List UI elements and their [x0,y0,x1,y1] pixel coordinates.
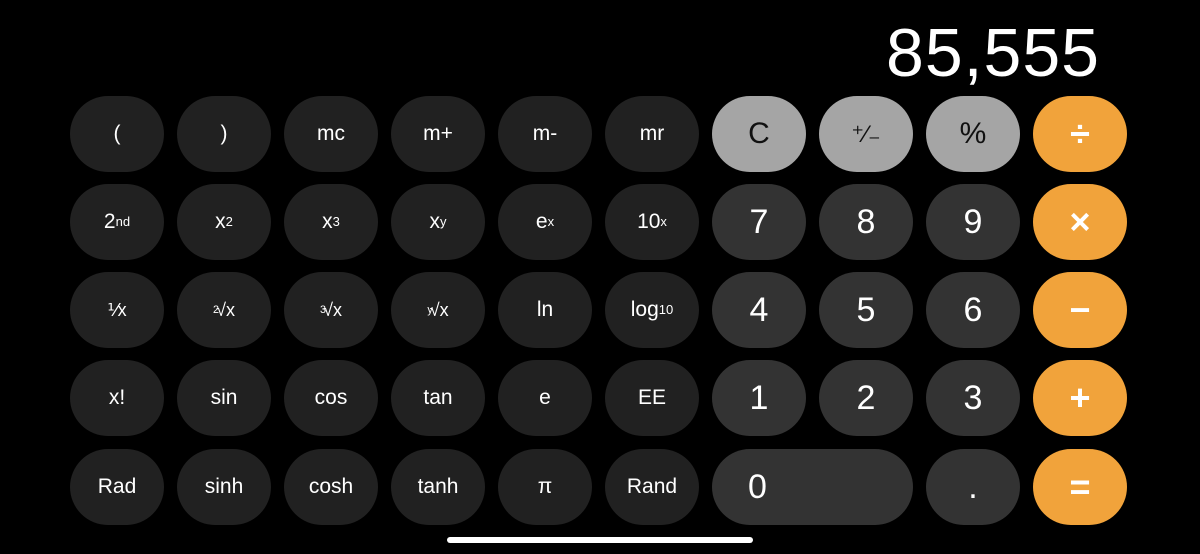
log-base: log [630,298,659,321]
cube-root-button[interactable]: 3 √x [284,272,378,348]
subtract-button[interactable]: − [1033,272,1127,348]
result-display: 85,555 [886,15,1100,91]
ln-button[interactable]: ln [498,272,592,348]
digit-7-button[interactable]: 7 [712,184,806,260]
exp-base: e [535,210,548,233]
power-base: x [429,210,440,233]
memory-clear-button[interactable]: mc [284,96,378,172]
close-paren-button[interactable]: ) [177,96,271,172]
cos-button[interactable]: cos [284,360,378,436]
pi-button[interactable]: π [498,449,592,525]
add-button[interactable]: + [1033,360,1127,436]
digit-0-button[interactable]: 0 [712,449,913,525]
ee-button[interactable]: EE [605,360,699,436]
sqrty-radical: √x [429,299,449,320]
decimal-button[interactable]: . [926,449,1020,525]
factorial-button[interactable]: x! [70,360,164,436]
open-paren-button[interactable]: ( [70,96,164,172]
ten-power-button[interactable]: 10 x [605,184,699,260]
cube-button[interactable]: x3 [284,184,378,260]
sinh-button[interactable]: sinh [177,449,271,525]
cosh-button[interactable]: cosh [284,449,378,525]
reciprocal-button[interactable]: ⅟x [70,272,164,348]
digit-9-button[interactable]: 9 [926,184,1020,260]
clear-button[interactable]: C [712,96,806,172]
digit-3-button[interactable]: 3 [926,360,1020,436]
tanh-button[interactable]: tanh [391,449,485,525]
divide-button[interactable]: ÷ [1033,96,1127,172]
power-button[interactable]: xy [391,184,485,260]
rand-button[interactable]: Rand [605,449,699,525]
digit-8-button[interactable]: 8 [819,184,913,260]
percent-button[interactable]: % [926,96,1020,172]
ten-power-base: 10 [637,210,661,233]
second-label: 2 [103,210,116,233]
memory-recall-button[interactable]: mr [605,96,699,172]
rad-button[interactable]: Rad [70,449,164,525]
memory-subtract-button[interactable]: m- [498,96,592,172]
square-root-button[interactable]: 2 √x [177,272,271,348]
memory-add-button[interactable]: m+ [391,96,485,172]
digit-2-button[interactable]: 2 [819,360,913,436]
exp-button[interactable]: ex [498,184,592,260]
digit-4-button[interactable]: 4 [712,272,806,348]
sin-button[interactable]: sin [177,360,271,436]
e-constant-button[interactable]: e [498,360,592,436]
home-indicator[interactable] [447,537,753,543]
sign-toggle-button[interactable]: ⁺∕₋ [819,96,913,172]
cube-base: x [322,210,333,233]
tan-button[interactable]: tan [391,360,485,436]
yth-root-button[interactable]: y √x [391,272,485,348]
multiply-button[interactable]: × [1033,184,1127,260]
sqrt2-radical: √x [216,299,235,320]
digit-5-button[interactable]: 5 [819,272,913,348]
log10-button[interactable]: log 10 [605,272,699,348]
sqrt3-radical: √x [323,299,342,320]
digit-6-button[interactable]: 6 [926,272,1020,348]
square-button[interactable]: x2 [177,184,271,260]
digit-1-button[interactable]: 1 [712,360,806,436]
second-function-button[interactable]: 2nd [70,184,164,260]
equals-button[interactable]: = [1033,449,1127,525]
square-base: x [215,210,226,233]
